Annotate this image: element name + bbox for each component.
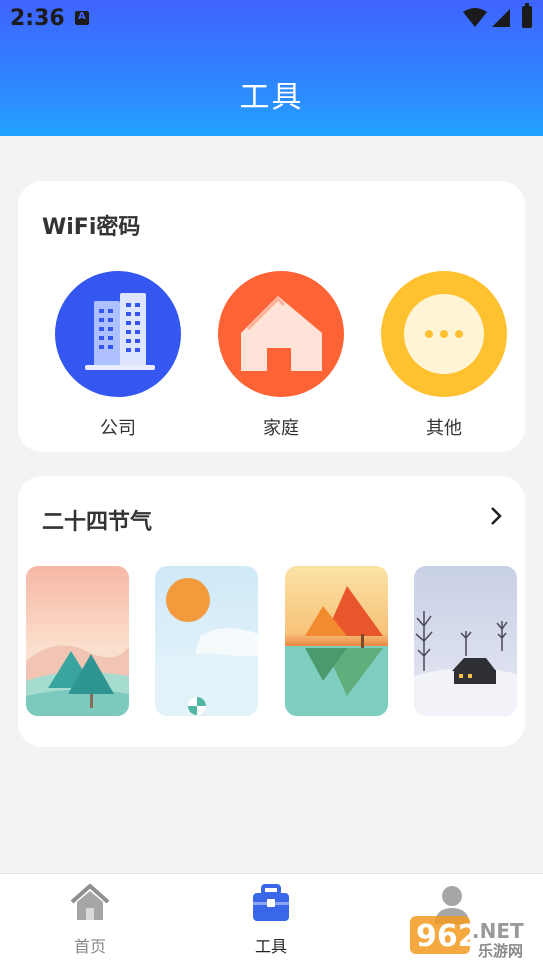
solar-term-card-autumn[interactable] (285, 566, 388, 716)
wifi-home-label: 家庭 (263, 418, 299, 439)
solar-term-card-summer[interactable] (155, 566, 258, 716)
wifi-other-button[interactable] (381, 271, 507, 397)
tab-home[interactable]: 首页 (30, 874, 150, 965)
svg-text:.NET: .NET (472, 919, 524, 943)
spring-scene-image (26, 566, 129, 716)
autumn-scene-image (285, 566, 388, 716)
summer-scene-image (155, 566, 258, 716)
tab-tools-label: 工具 (254, 937, 287, 956)
status-time: 2:36 (10, 6, 65, 31)
wifi-home-button[interactable] (218, 271, 344, 397)
house-icon (241, 296, 322, 371)
solar-terms-title: 二十四节气 (42, 510, 153, 535)
more-dots-icon (404, 294, 484, 374)
chevron-right-icon[interactable] (489, 506, 503, 526)
app-header: 2:36 A 工具 (0, 0, 543, 136)
solar-term-card-spring[interactable] (26, 566, 129, 716)
solar-terms-card: 二十四节气 (18, 476, 525, 747)
toolbox-icon (253, 884, 289, 921)
battery-icon (522, 3, 532, 28)
tab-tools[interactable]: 工具 (211, 874, 331, 965)
svg-text:乐游网: 乐游网 (478, 942, 523, 960)
watermark-logo: 962 .NET 乐游网 (410, 916, 524, 960)
wifi-other-label: 其他 (426, 418, 462, 439)
cell-signal-icon (492, 9, 510, 27)
home-icon (70, 884, 110, 920)
svg-text:962: 962 (416, 919, 479, 954)
office-building-icon (85, 293, 155, 370)
solar-term-card-winter[interactable] (414, 566, 517, 716)
wifi-signal-icon (463, 8, 487, 27)
wifi-password-card: WiFi密码 公司 家庭 其他 (18, 181, 525, 452)
wifi-card-title: WiFi密码 (42, 215, 141, 240)
wifi-company-button[interactable] (55, 271, 181, 397)
winter-scene-image (414, 566, 517, 716)
notification-a-icon: A (75, 11, 89, 25)
status-bar: 2:36 A (0, 0, 543, 38)
wifi-company-label: 公司 (100, 418, 136, 439)
tab-home-label: 首页 (73, 937, 106, 956)
page-title: 工具 (239, 80, 304, 115)
